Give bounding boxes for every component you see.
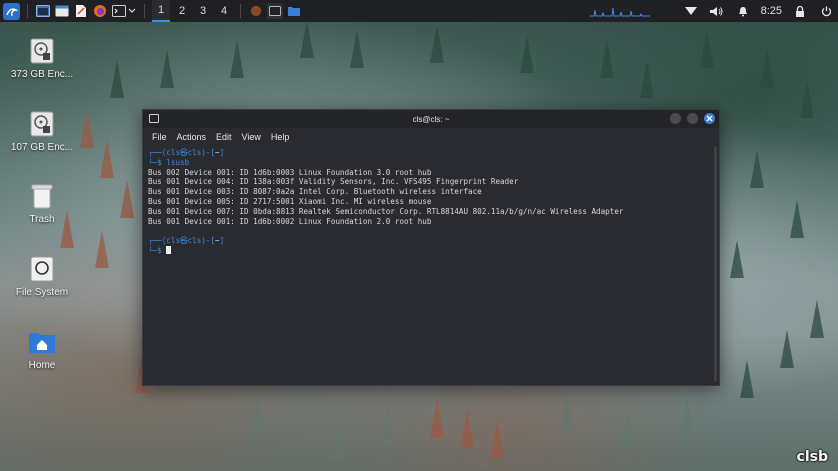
firefox-icon[interactable] xyxy=(92,3,108,19)
desktop-icon-drive-107[interactable]: 107 GB Enc... xyxy=(10,110,74,153)
terminal-scrollbar[interactable] xyxy=(714,146,717,382)
desktop-icon-label: File System xyxy=(15,287,69,298)
output-line: Bus 001 Device 007: ID 0bda:8813 Realtek… xyxy=(148,206,624,216)
prompt-close: ] xyxy=(219,148,225,157)
menu-edit[interactable]: Edit xyxy=(216,132,232,142)
prompt-mid: )-[ xyxy=(201,148,216,157)
prompt-close: ] xyxy=(219,236,225,246)
prompt-open: ┌──( xyxy=(148,236,167,246)
prompt-symbol: $ xyxy=(157,245,162,255)
workspace-3[interactable]: 3 xyxy=(194,0,212,22)
command-text: lsusb xyxy=(166,157,190,167)
drive-icon xyxy=(28,110,56,138)
desktop-icon-home[interactable]: Home xyxy=(10,328,74,371)
system-tray: 8:25 xyxy=(683,0,834,22)
desktop-icon-label: 107 GB Enc... xyxy=(10,142,74,153)
prompt-user: cls㉿cls xyxy=(166,148,202,157)
top-panel: 1 2 3 4 8:25 xyxy=(0,0,838,22)
terminal-output[interactable]: ┌──(cls㉿cls)-[~] └─$ lsusb Bus 002 Device … xyxy=(143,144,719,256)
desktop-icon-file-system[interactable]: File System xyxy=(10,255,74,298)
taskbar-firefox-icon[interactable] xyxy=(248,3,264,19)
network-icon[interactable] xyxy=(683,3,699,19)
close-button[interactable] xyxy=(704,113,715,124)
drive-icon xyxy=(28,37,56,65)
window-title: cls@cls: ~ xyxy=(412,114,450,124)
desktop-icon-label: 373 GB Enc... xyxy=(10,69,74,80)
close-icon xyxy=(706,115,713,122)
output-line: Bus 001 Device 005: ID 2717:5001 Xiaomi … xyxy=(148,196,432,206)
power-icon[interactable] xyxy=(818,3,834,19)
panel-separator xyxy=(240,4,241,18)
desktop-icon-label: Trash xyxy=(29,214,55,225)
network-graph-icon xyxy=(590,7,650,17)
text-cursor xyxy=(166,245,172,254)
maximize-button[interactable] xyxy=(687,113,698,124)
taskbar-terminal-icon[interactable] xyxy=(267,3,283,19)
panel-separator xyxy=(144,4,145,18)
files-app-icon[interactable] xyxy=(54,3,70,19)
kali-menu-icon[interactable] xyxy=(3,2,20,20)
trash-icon xyxy=(28,182,56,210)
command-line: └─$ lsusb xyxy=(148,158,719,168)
output-line: Bus 001 Device 003: ID 8087:0a2a Intel C… xyxy=(148,187,482,197)
output-line: Bus 001 Device 004: ID 138a:003f Validit… xyxy=(148,177,519,187)
input-line[interactable]: └─$ xyxy=(148,245,719,256)
notification-bell-icon[interactable] xyxy=(735,3,751,19)
workspace-1[interactable]: 1 xyxy=(152,0,170,22)
prompt-user: cls㉿cls xyxy=(166,236,202,246)
taskbar-folder-icon[interactable] xyxy=(286,3,302,19)
watermark: clsb xyxy=(796,449,828,465)
clock[interactable]: 8:25 xyxy=(761,5,782,17)
output-line: Bus 002 Device 001: ID 1d6b:0003 Linux F… xyxy=(148,167,432,177)
minimize-button[interactable] xyxy=(670,113,681,124)
panel-launchers: 1 2 3 4 xyxy=(0,0,302,22)
prompt-corner: └─ xyxy=(148,157,158,167)
prompt-symbol: $ xyxy=(157,157,162,167)
lock-screen-icon[interactable] xyxy=(792,3,808,19)
home-folder-icon xyxy=(28,328,56,356)
prompt-line: ┌──(cls㉿cls)-[~] xyxy=(148,236,719,246)
filesystem-icon xyxy=(28,255,56,283)
workspace-2[interactable]: 2 xyxy=(173,0,191,22)
output-line: Bus 001 Device 001: ID 1d6b:0002 Linux F… xyxy=(148,216,432,226)
prompt-open: ┌──( xyxy=(148,148,167,157)
prompt-corner: └─ xyxy=(148,245,158,255)
menu-view[interactable]: View xyxy=(242,132,261,142)
desktop-icon-trash[interactable]: Trash xyxy=(10,182,74,225)
terminal-dropdown-icon[interactable] xyxy=(111,3,137,19)
menu-bar: File Actions Edit View Help xyxy=(143,130,719,144)
terminal-app-icon[interactable] xyxy=(35,3,51,19)
window-controls xyxy=(670,113,715,124)
prompt-line: ┌──(cls㉿cls)-[~] xyxy=(148,148,719,158)
panel-separator xyxy=(27,4,28,18)
menu-actions[interactable]: Actions xyxy=(177,132,207,142)
volume-icon[interactable] xyxy=(709,3,725,19)
workspace-4[interactable]: 4 xyxy=(215,0,233,22)
menu-file[interactable]: File xyxy=(152,132,167,142)
window-titlebar[interactable]: cls@cls: ~ xyxy=(143,110,719,128)
prompt-mid: )-[ xyxy=(201,236,216,246)
desktop-icon-drive-373[interactable]: 373 GB Enc... xyxy=(10,37,74,80)
desktop-icon-label: Home xyxy=(28,360,56,371)
text-editor-icon[interactable] xyxy=(73,3,89,19)
menu-help[interactable]: Help xyxy=(271,132,290,142)
terminal-window[interactable]: cls@cls: ~ File Actions Edit View Help ┌… xyxy=(142,109,720,386)
